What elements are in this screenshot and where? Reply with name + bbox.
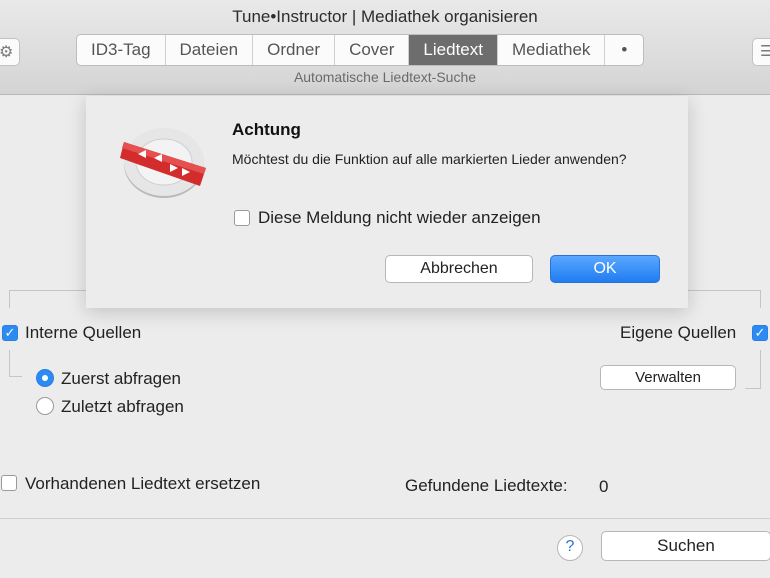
help-icon: ? xyxy=(565,538,575,555)
tune-instructor-app-icon xyxy=(120,128,206,198)
gear-icon: ⚙ xyxy=(0,44,14,61)
dialog-message: Möchtest du die Funktion auf alle markie… xyxy=(232,151,627,167)
found-lyrics-count: 0 xyxy=(599,477,609,496)
search-button[interactable]: Suchen xyxy=(601,531,770,561)
tab-more[interactable]: • xyxy=(605,35,643,65)
tab-dateien[interactable]: Dateien xyxy=(166,35,254,65)
zuletzt-abfragen-label: Zuletzt abfragen xyxy=(61,397,184,416)
tab-bar: ID3-Tag Dateien Ordner Cover Liedtext Me… xyxy=(76,34,645,66)
verwalten-button[interactable]: Verwalten xyxy=(600,365,736,390)
ok-button[interactable]: OK xyxy=(550,255,660,283)
replace-lyrics-checkbox[interactable] xyxy=(1,475,17,491)
zuerst-abfragen-label: Zuerst abfragen xyxy=(61,369,182,388)
interne-quellen-label: Interne Quellen xyxy=(25,323,142,342)
tab-ordner[interactable]: Ordner xyxy=(253,35,336,65)
sources-group-top-left xyxy=(9,290,10,308)
sources-group-top-line-left xyxy=(9,290,87,291)
tab-liedtext[interactable]: Liedtext xyxy=(409,35,498,65)
zuerst-abfragen-radio[interactable] xyxy=(36,369,54,387)
dialog-title: Achtung xyxy=(232,120,301,139)
tab-id3-tag[interactable]: ID3-Tag xyxy=(77,35,166,65)
found-lyrics-label: Gefundene Liedtexte: xyxy=(405,476,568,495)
confirm-dialog: Achtung Möchtest du die Funktion auf all… xyxy=(86,96,688,308)
interne-quellen-checkbox[interactable]: ✓ xyxy=(2,325,18,341)
list-view-button[interactable]: ☰ xyxy=(752,38,770,66)
sources-group-left-bracket xyxy=(9,350,22,377)
window-title: Tune•Instructor | Mediathek organisieren xyxy=(232,7,538,26)
sources-group-right-bracket xyxy=(745,350,761,389)
sources-group-top-right xyxy=(760,290,761,308)
replace-lyrics-label: Vorhandenen Liedtext ersetzen xyxy=(25,474,261,493)
bottom-divider xyxy=(0,518,770,519)
dont-show-again-checkbox[interactable] xyxy=(234,210,250,226)
zuletzt-abfragen-radio[interactable] xyxy=(36,397,54,415)
dont-show-again-label: Diese Meldung nicht wieder anzeigen xyxy=(258,208,541,227)
window-titlebar: Tune•Instructor | Mediathek organisieren… xyxy=(0,0,770,95)
list-icon: ☰ xyxy=(760,43,770,60)
eigene-quellen-checkbox[interactable]: ✓ xyxy=(752,325,768,341)
help-button[interactable]: ? xyxy=(557,535,583,561)
cancel-button[interactable]: Abbrechen xyxy=(385,255,533,283)
section-subtitle: Automatische Liedtext-Suche xyxy=(293,69,477,85)
settings-button[interactable]: ⚙ xyxy=(0,38,20,66)
tab-cover[interactable]: Cover xyxy=(335,35,410,65)
sources-group-top-line-right xyxy=(688,290,760,291)
tab-mediathek[interactable]: Mediathek xyxy=(498,35,606,65)
eigene-quellen-label: Eigene Quellen xyxy=(620,323,737,342)
